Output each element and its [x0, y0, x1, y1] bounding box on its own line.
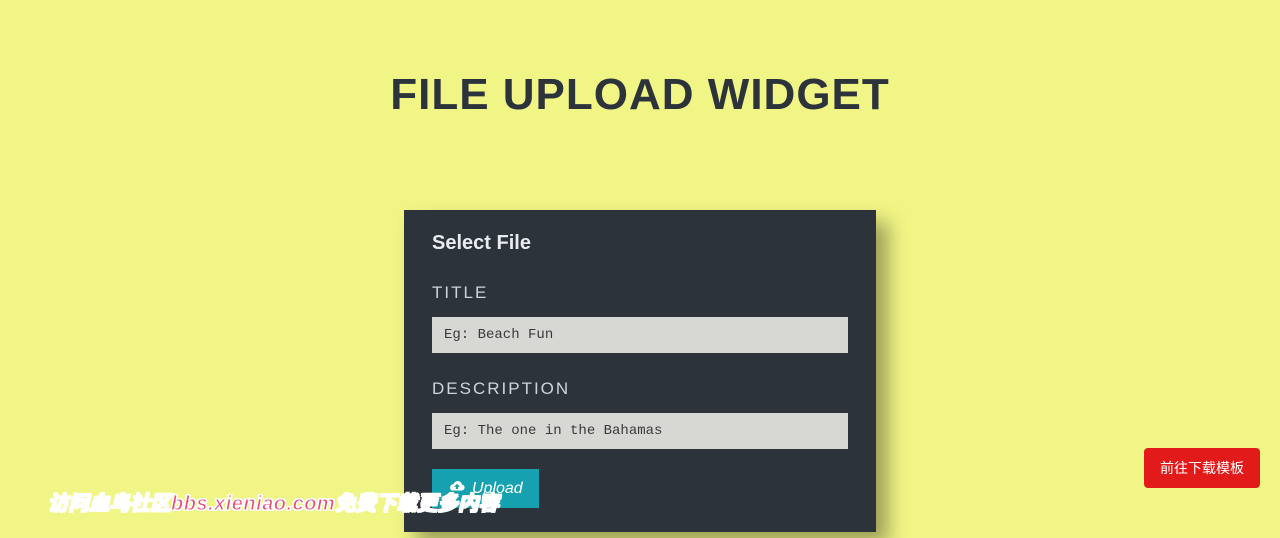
- download-template-button[interactable]: 前往下载模板: [1144, 448, 1260, 488]
- page-title: FILE UPLOAD WIDGET: [0, 0, 1280, 120]
- title-label: TITLE: [432, 283, 848, 303]
- title-input[interactable]: [432, 317, 848, 353]
- card-header: Select File: [432, 228, 848, 273]
- description-label: DESCRIPTION: [432, 379, 848, 399]
- upload-card: Select File TITLE DESCRIPTION Upload: [404, 210, 876, 532]
- description-input[interactable]: [432, 413, 848, 449]
- watermark-text: 访问血鸟社区bbs.xieniao.com免费下载更多内容: [48, 487, 499, 516]
